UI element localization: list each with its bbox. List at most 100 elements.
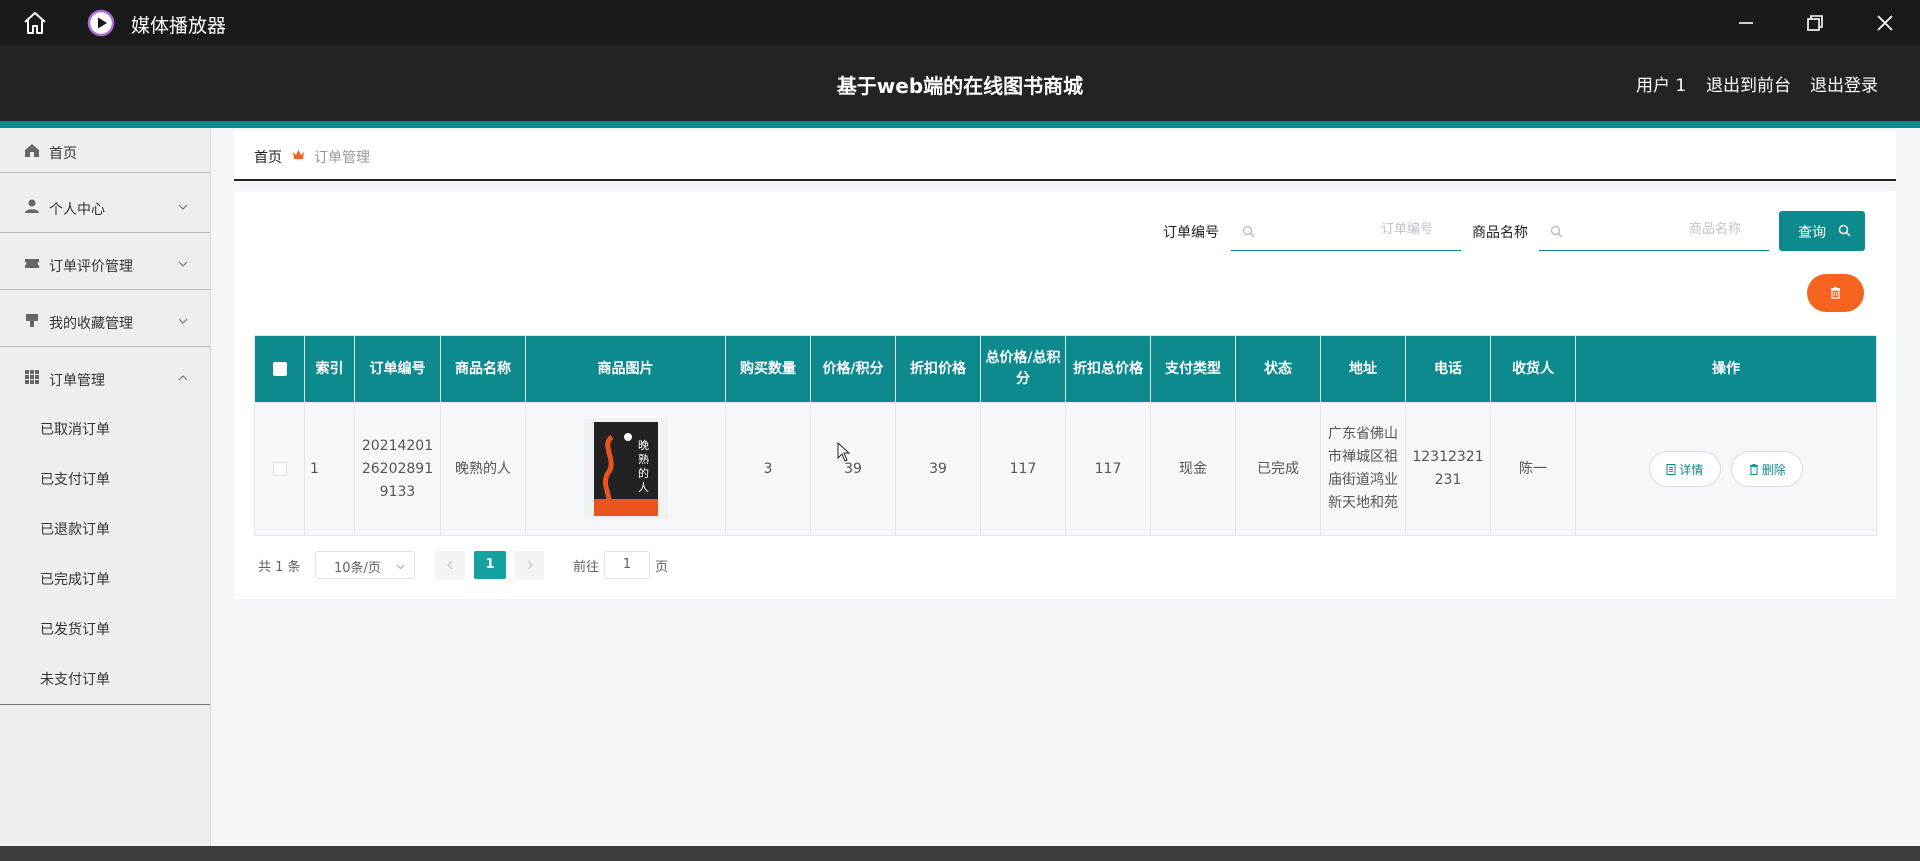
column-header: 操作 <box>1575 335 1877 403</box>
player-bottom-bar <box>0 846 1920 861</box>
column-header: 商品图片 <box>525 335 726 403</box>
sidebar-divider <box>0 346 210 347</box>
sidebar-sub-paid[interactable]: 已支付订单 <box>40 469 110 489</box>
order-no-input[interactable] <box>1261 221 1435 238</box>
sidebar-item-label: 首页 <box>49 146 77 162</box>
column-header: 地址 <box>1320 335 1406 403</box>
exit-to-front-link[interactable]: 退出到前台 <box>1706 71 1791 96</box>
header-accent-strip <box>0 121 1920 128</box>
select-all-cell[interactable] <box>254 335 305 403</box>
sidebar-divider <box>0 704 210 705</box>
sidebar-divider <box>0 232 210 233</box>
chevron-down-icon <box>178 261 188 267</box>
column-header: 购买数量 <box>725 335 811 403</box>
select-all-checkbox[interactable] <box>272 361 287 376</box>
cell-pay-type: 现金 <box>1150 402 1236 536</box>
player-titlebar: 媒体播放器 <box>0 0 1920 45</box>
mouse-cursor-icon <box>837 442 851 462</box>
column-header: 电话 <box>1405 335 1491 403</box>
sidebar-divider <box>0 289 210 290</box>
prev-page-button[interactable] <box>435 551 465 579</box>
sidebar-item-personal[interactable]: 个人中心 <box>0 194 210 220</box>
document-icon <box>1666 464 1676 475</box>
column-header: 价格/积分 <box>810 335 896 403</box>
cell-discount-price: 39 <box>895 402 981 536</box>
sidebar-item-label: 我的收藏管理 <box>49 316 133 332</box>
breadcrumb-home[interactable]: 首页 <box>254 147 282 167</box>
column-header: 折扣价格 <box>895 335 981 403</box>
home-menu-icon <box>25 144 39 157</box>
table-row: 1 20214201262028919133 晚熟的人 晚 熟 的 人 3 39… <box>254 402 1877 536</box>
column-header: 商品名称 <box>440 335 526 403</box>
chevron-right-icon <box>527 560 533 570</box>
cell-phone: 12312321231 <box>1405 402 1491 536</box>
product-name-label: 商品名称 <box>1472 225 1528 241</box>
sidebar-sub-unpaid[interactable]: 未支付订单 <box>40 669 110 689</box>
sidebar-item-review[interactable]: 订单评价管理 <box>0 251 210 277</box>
cell-status: 已完成 <box>1235 402 1321 536</box>
sidebar: 首页 个人中心 订单评价管理 我的收藏管理 订单管理 已取消订单 已支付订单 已… <box>0 128 211 846</box>
order-no-field[interactable] <box>1231 212 1461 251</box>
breadcrumb: 首页 订单管理 <box>234 131 1896 181</box>
query-button[interactable]: 查询 <box>1779 211 1865 251</box>
row-checkbox[interactable] <box>272 461 287 476</box>
cell-discount-total: 117 <box>1065 402 1151 536</box>
sidebar-sub-refunded[interactable]: 已退款订单 <box>40 519 110 539</box>
order-panel: 订单编号 商品名称 查询 <box>234 191 1896 599</box>
page-size-select[interactable]: 10条/页 <box>315 551 415 579</box>
search-icon <box>1242 225 1255 238</box>
sidebar-item-favorites[interactable]: 我的收藏管理 <box>0 308 210 334</box>
page-number-current[interactable]: 1 <box>474 551 506 579</box>
cover-text: 晚 <box>638 439 649 452</box>
sidebar-item-label: 订单评价管理 <box>49 259 133 275</box>
sidebar-sub-cancelled[interactable]: 已取消订单 <box>40 419 110 439</box>
restore-icon[interactable] <box>1804 12 1826 34</box>
column-header: 订单编号 <box>354 335 441 403</box>
cell-total: 117 <box>980 402 1066 536</box>
sidebar-item-orders[interactable]: 订单管理 <box>0 365 210 391</box>
row-select-cell[interactable] <box>254 402 305 536</box>
column-header: 折扣总价格 <box>1065 335 1151 403</box>
product-name-field[interactable] <box>1539 212 1769 251</box>
logout-link[interactable]: 退出登录 <box>1810 71 1878 96</box>
sidebar-divider <box>0 172 210 173</box>
cover-text: 的 <box>638 466 649 480</box>
close-icon[interactable] <box>1874 12 1896 34</box>
minimize-icon[interactable] <box>1735 12 1757 34</box>
player-title: 媒体播放器 <box>131 15 227 37</box>
sidebar-item-home[interactable]: 首页 <box>0 140 210 166</box>
column-header: 收货人 <box>1490 335 1576 403</box>
cell-image: 晚 熟 的 人 <box>525 402 726 536</box>
ticket-icon <box>25 259 39 268</box>
detail-button[interactable]: 详情 <box>1648 451 1721 487</box>
sidebar-sub-shipped[interactable]: 已发货订单 <box>40 619 110 639</box>
goto-page-value: 1 <box>622 557 632 572</box>
batch-delete-button[interactable] <box>1807 274 1864 312</box>
page-unit-label: 页 <box>655 560 669 575</box>
chevron-down-icon <box>178 204 188 210</box>
query-button-label: 查询 <box>1798 225 1826 241</box>
cell-receiver: 陈一 <box>1490 402 1576 536</box>
book-cover-image: 晚 熟 的 人 <box>583 419 668 519</box>
home-icon[interactable] <box>22 10 48 36</box>
delete-button[interactable]: 删除 <box>1731 451 1804 487</box>
cover-text: 熟 <box>638 452 649 466</box>
search-icon <box>1838 224 1851 237</box>
search-icon <box>1550 225 1563 238</box>
stamp-icon <box>26 314 38 327</box>
chevron-down-icon <box>178 318 188 324</box>
page-size-value: 10条/页 <box>334 561 381 576</box>
chevron-left-icon <box>447 560 453 570</box>
column-header: 总价格/总积分 <box>980 335 1066 403</box>
goto-page-input[interactable]: 1 <box>604 551 650 579</box>
order-no-label: 订单编号 <box>1163 225 1219 241</box>
detail-button-label: 详情 <box>1679 463 1704 477</box>
product-name-input[interactable] <box>1569 221 1743 238</box>
trash-icon <box>1749 464 1758 475</box>
next-page-button[interactable] <box>514 551 544 579</box>
goto-label: 前往 <box>573 560 600 575</box>
cover-text: 人 <box>638 481 649 494</box>
sidebar-sub-completed[interactable]: 已完成订单 <box>40 569 110 589</box>
crown-icon <box>293 150 304 159</box>
user-link[interactable]: 用户 1 <box>1636 71 1686 96</box>
